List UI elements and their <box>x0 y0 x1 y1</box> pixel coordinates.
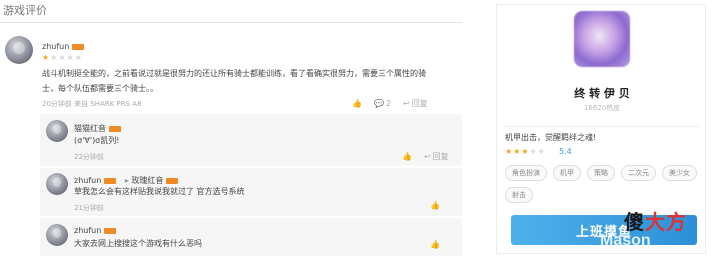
review-stars: ★★★★★ <box>42 53 83 62</box>
like-button[interactable]: 👍 <box>352 99 362 108</box>
game-cover-image[interactable] <box>574 11 630 67</box>
thumbs-up-icon: 👍 <box>352 99 362 108</box>
reply-icon: ↩ <box>403 99 410 108</box>
watermark-sub: Mason <box>600 232 651 249</box>
reply-username[interactable]: zhufun <box>74 226 117 235</box>
game-score: 5.4 <box>559 147 572 156</box>
level-badge <box>72 43 85 50</box>
star-icon: ★ <box>529 147 538 156</box>
reply-actions: 👍 <box>430 201 440 210</box>
star-icon: ★ <box>58 53 67 62</box>
game-tags: 角色扮演 机甲 策略 二次元 美少女 射击 <box>505 165 705 203</box>
reply-text: (σ'∀')σ凯列! <box>74 136 120 145</box>
reply-meta: 22分钟前 <box>74 153 104 161</box>
reply-button[interactable]: ↩ 回复 <box>424 151 449 162</box>
tag-chip[interactable]: 机甲 <box>553 165 581 181</box>
tag-chip[interactable]: 角色扮演 <box>505 165 547 181</box>
reply-icon: ↩ <box>423 152 431 161</box>
reviews-title: 游戏评价 <box>3 4 47 17</box>
tag-chip[interactable]: 二次元 <box>621 165 656 181</box>
thumbs-up-icon: 👍 <box>402 152 412 161</box>
reply-meta: 21分钟前 <box>74 204 104 212</box>
level-badge <box>104 177 117 184</box>
divider <box>0 22 462 23</box>
level-badge <box>104 227 117 234</box>
review-text-line: 士，每个队伍都需要三个骑士。。 <box>42 84 158 93</box>
reply-button[interactable]: ↩ 回复 <box>403 98 428 109</box>
divider <box>505 126 699 127</box>
comment-count: 2 <box>385 99 392 108</box>
star-icon: ★ <box>74 53 83 62</box>
comment-button[interactable]: 💬 2 <box>374 99 391 108</box>
avatar[interactable] <box>5 36 33 64</box>
star-icon: ★ <box>42 53 51 62</box>
level-badge <box>109 125 121 132</box>
star-icon: ★ <box>537 147 546 156</box>
tag-chip[interactable]: 射击 <box>505 187 533 203</box>
reply-actions: 👍 ↩ 回复 <box>402 151 449 162</box>
like-button[interactable]: 👍 <box>430 201 440 210</box>
page-root: 游戏评价 zhufun ★★★★★ 战斗机制挺全能的，之前看说过就是很努力的还让… <box>0 0 719 257</box>
like-button[interactable]: 👍 <box>402 152 412 161</box>
review-meta: 20分钟前 来自 SHARK PRS A8 <box>42 100 142 108</box>
review-username[interactable]: zhufun <box>42 42 85 51</box>
comment-icon: 💬 <box>373 99 384 108</box>
thumbs-up-icon: 👍 <box>430 240 440 249</box>
watermark: 傻大方 <box>624 206 687 235</box>
avatar[interactable] <box>46 224 68 246</box>
reviews-section: 游戏评价 zhufun ★★★★★ 战斗机制挺全能的，之前看说过就是很努力的还让… <box>0 0 468 257</box>
level-badge <box>166 177 179 184</box>
like-button[interactable]: 👍 <box>430 240 440 249</box>
reply-actions: 👍 <box>430 240 440 249</box>
game-name[interactable]: 终 转 伊 贝 <box>497 85 707 101</box>
watermark-text: 傻 <box>624 210 645 234</box>
game-popularity: 16620热度 <box>583 104 621 112</box>
tag-chip[interactable]: 策略 <box>587 165 615 181</box>
tag-chip[interactable]: 美少女 <box>662 165 697 181</box>
username-text: zhufun <box>42 42 70 51</box>
reply-label: 回复 <box>411 99 428 108</box>
avatar[interactable] <box>46 173 68 195</box>
star-icon: ★ <box>521 147 530 156</box>
thumbs-up-icon: 👍 <box>430 201 440 210</box>
game-rating-stars: ★★★★★ <box>505 147 546 156</box>
review-actions: 👍 💬 2 ↩ 回复 <box>352 98 428 109</box>
avatar[interactable] <box>46 120 68 142</box>
star-icon: ★ <box>66 53 75 62</box>
username-text: 猫猫红音 <box>74 124 106 133</box>
game-slogan: 机甲出击，觉醒羁绊之魂! <box>505 133 597 142</box>
review-text: 战斗机制挺全能的，之前看说过就是很努力的还让所有骑士都能训练，看了看确实很努力，… <box>42 66 462 96</box>
review-text-line: 战斗机制挺全能的，之前看说过就是很努力的还让所有骑士都能训练，看了看确实很努力，… <box>42 69 426 78</box>
reply-text: 草我怎么会有这样贴我说我就过了 官方选号系统 <box>74 187 245 196</box>
reply-text: 大家去网上搜搜这个游戏有什么恶吗 <box>74 239 202 248</box>
watermark-text: 大方 <box>645 210 687 234</box>
username-text: zhufun <box>74 226 102 235</box>
reply-label: 回复 <box>432 152 449 161</box>
star-icon: ★ <box>505 147 514 156</box>
